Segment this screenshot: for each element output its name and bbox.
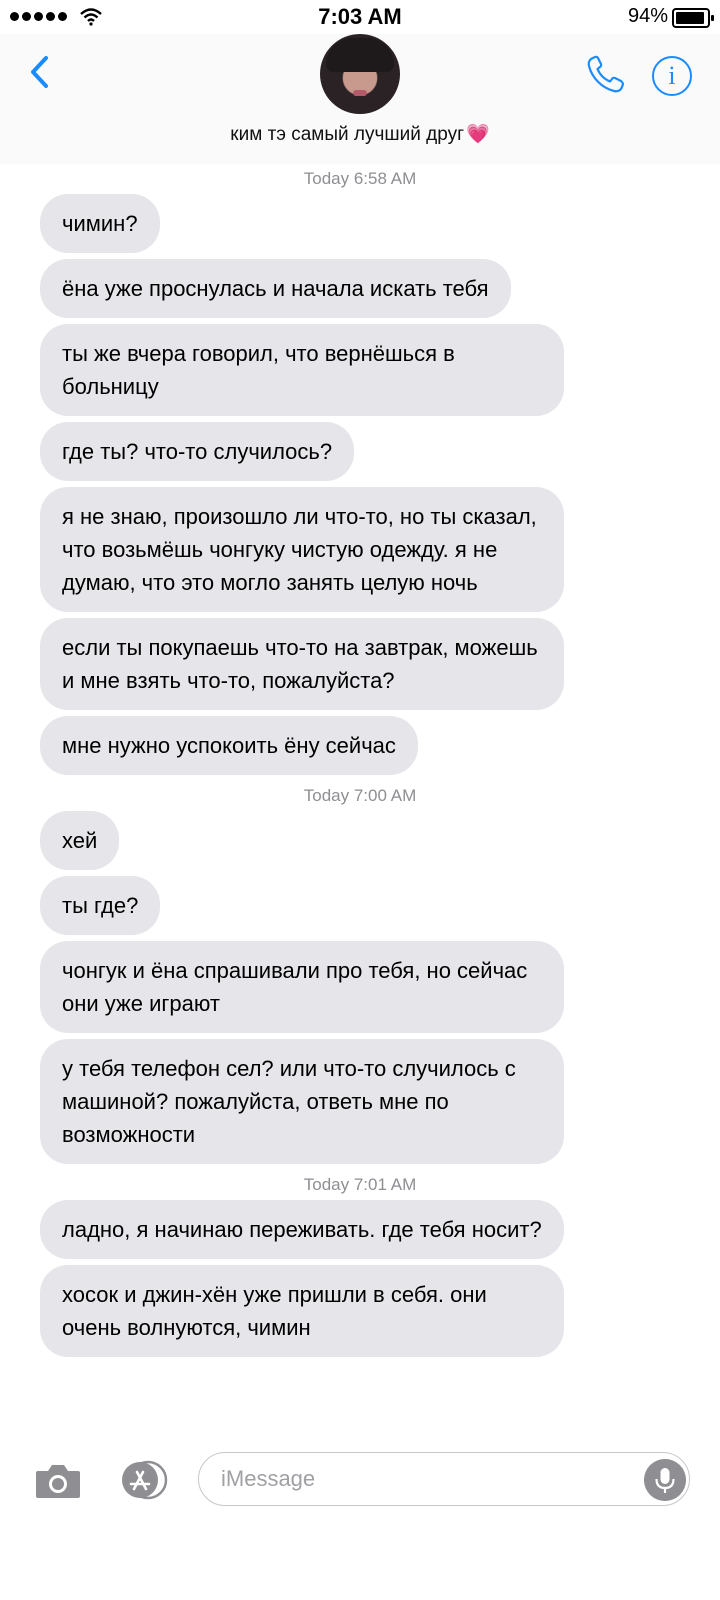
compose-bar: [0, 1442, 720, 1522]
incoming-message[interactable]: ладно, я начинаю переживать. где тебя но…: [40, 1200, 564, 1259]
pink-heart-emoji: 💗: [466, 124, 490, 145]
contact-name[interactable]: ким тэ самый лучший друг 💗: [0, 122, 720, 146]
battery-icon: [672, 8, 714, 28]
chevron-left-icon[interactable]: [22, 52, 62, 92]
timestamp: Today 6:58 AM: [303, 169, 417, 188]
incoming-message[interactable]: мне нужно успокоить ёну сейчас: [40, 716, 418, 775]
message-group: Today 7:00 AM хей ты где? чонгук и ёна с…: [0, 781, 720, 1164]
message-group: Today 6:58 AM чимин? ёна уже проснулась …: [0, 164, 720, 775]
timestamp: Today 7:00 AM: [303, 786, 417, 805]
incoming-message[interactable]: хосок и джин-хён уже пришли в себя. они …: [40, 1265, 564, 1357]
messages-screen: 7:03 AM 94% ким тэ самый лучший друг 💗 i …: [0, 0, 720, 1600]
incoming-message[interactable]: ты же вчера говорил, что вернёшься в бол…: [40, 324, 564, 416]
incoming-message[interactable]: чимин?: [40, 194, 160, 253]
incoming-message[interactable]: ёна уже проснулась и начала искать тебя: [40, 259, 511, 318]
incoming-message[interactable]: ты где?: [40, 876, 161, 935]
status-time: 7:03 AM: [318, 4, 402, 29]
info-icon[interactable]: i: [652, 56, 692, 96]
incoming-message[interactable]: чонгук и ёна спрашивали про тебя, но сей…: [40, 941, 564, 1033]
incoming-message[interactable]: хей: [40, 811, 120, 870]
message-thread[interactable]: Today 6:58 AM чимин? ёна уже проснулась …: [0, 164, 720, 1442]
phone-icon[interactable]: [584, 54, 626, 96]
incoming-message[interactable]: у тебя телефон сел? или что-то случилось…: [40, 1039, 564, 1164]
imessage-input[interactable]: [198, 1452, 690, 1506]
incoming-message[interactable]: если ты покупаешь что-то на завтрак, мож…: [40, 618, 564, 710]
contact-name-text: ким тэ самый лучший друг: [230, 124, 465, 145]
timestamp: Today 7:01 AM: [303, 1175, 417, 1194]
status-bar: 7:03 AM 94%: [0, 0, 720, 34]
battery-percent: 94%: [627, 5, 668, 27]
camera-icon[interactable]: [34, 1462, 82, 1500]
microphone-icon[interactable]: [644, 1459, 686, 1501]
incoming-message[interactable]: я не знаю, произошло ли что-то, но ты ск…: [40, 487, 564, 612]
incoming-message[interactable]: где ты? что-то случилось?: [40, 422, 355, 481]
conversation-header: ким тэ самый лучший друг 💗 i: [0, 34, 720, 164]
message-group: Today 7:01 AM ладно, я начинаю переживат…: [0, 1170, 720, 1357]
app-store-icon[interactable]: [114, 1460, 170, 1500]
contact-avatar[interactable]: [320, 34, 400, 114]
